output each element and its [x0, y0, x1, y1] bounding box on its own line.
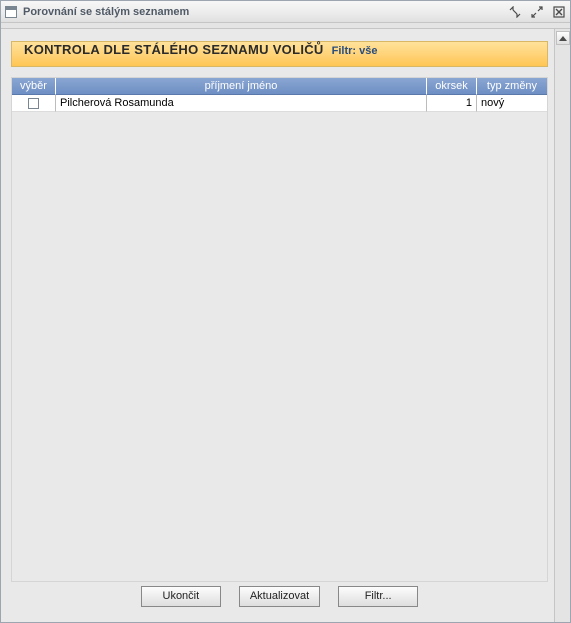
- body-area: KONTROLA DLE STÁLÉHO SEZNAMU VOLIČŮ Filt…: [1, 29, 570, 622]
- window: Porovnání se stálým seznamem: [0, 0, 571, 623]
- col-header-typ[interactable]: typ změny: [477, 78, 547, 95]
- filtr-button[interactable]: Filtr...: [338, 586, 418, 607]
- scroll-up-icon[interactable]: [556, 31, 570, 45]
- window-titlebar[interactable]: Porovnání se stálým seznamem: [1, 1, 570, 23]
- ukoncit-button[interactable]: Ukončit: [141, 586, 221, 607]
- panel-header: KONTROLA DLE STÁLÉHO SEZNAMU VOLIČŮ Filt…: [11, 41, 548, 67]
- row-typ: nový: [477, 95, 547, 112]
- aktualizovat-button[interactable]: Aktualizovat: [239, 586, 320, 607]
- col-header-vyber[interactable]: výběr: [12, 78, 56, 95]
- window-title: Porovnání se stálým seznamem: [23, 6, 508, 18]
- maximize-icon[interactable]: [530, 5, 544, 19]
- data-grid: výběr příjmení jméno okrsek typ změny Pi…: [11, 77, 548, 582]
- close-icon[interactable]: [552, 5, 566, 19]
- minimize-icon[interactable]: [508, 5, 522, 19]
- panel-filter-label: Filtr: vše: [332, 45, 378, 57]
- row-checkbox[interactable]: [28, 98, 39, 109]
- window-icon: [5, 6, 17, 18]
- grid-body: Pilcherová Rosamunda 1 nový: [12, 95, 547, 581]
- col-header-okrsek[interactable]: okrsek: [427, 78, 477, 95]
- content-panel: KONTROLA DLE STÁLÉHO SEZNAMU VOLIČŮ Filt…: [1, 29, 554, 622]
- row-jmeno: Pilcherová Rosamunda: [56, 95, 427, 112]
- row-checkbox-cell[interactable]: [12, 95, 56, 112]
- grid-header-row: výběr příjmení jméno okrsek typ změny: [12, 78, 547, 95]
- col-header-jmeno[interactable]: příjmení jméno: [56, 78, 427, 95]
- window-buttons: [508, 5, 566, 19]
- row-okrsek: 1: [427, 95, 477, 112]
- vertical-scrollbar[interactable]: [554, 29, 570, 622]
- table-row[interactable]: Pilcherová Rosamunda 1 nový: [12, 95, 547, 112]
- button-bar: Ukončit Aktualizovat Filtr...: [11, 582, 548, 614]
- panel-title: KONTROLA DLE STÁLÉHO SEZNAMU VOLIČŮ: [24, 42, 324, 57]
